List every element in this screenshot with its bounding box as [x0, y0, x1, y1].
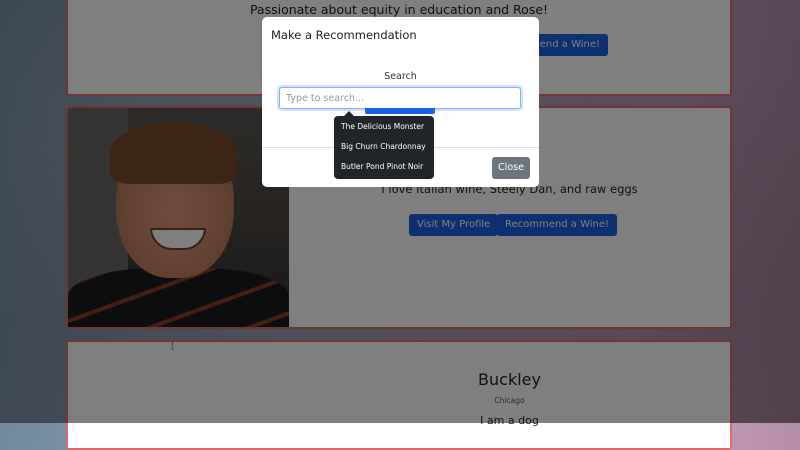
- autocomplete-dropdown: The Delicious Monster Big Churn Chardonn…: [334, 111, 434, 179]
- submit-button[interactable]: [365, 108, 435, 114]
- modal-title: Make a Recommendation: [271, 28, 417, 42]
- search-input[interactable]: [279, 87, 521, 109]
- dropdown-item[interactable]: The Delicious Monster: [341, 122, 424, 131]
- close-button[interactable]: Close: [492, 157, 530, 179]
- dropdown-item[interactable]: Big Churn Chardonnay: [341, 142, 426, 151]
- search-label: Search: [384, 71, 417, 82]
- dropdown-item[interactable]: Butler Pond Pinot Noir: [341, 162, 423, 171]
